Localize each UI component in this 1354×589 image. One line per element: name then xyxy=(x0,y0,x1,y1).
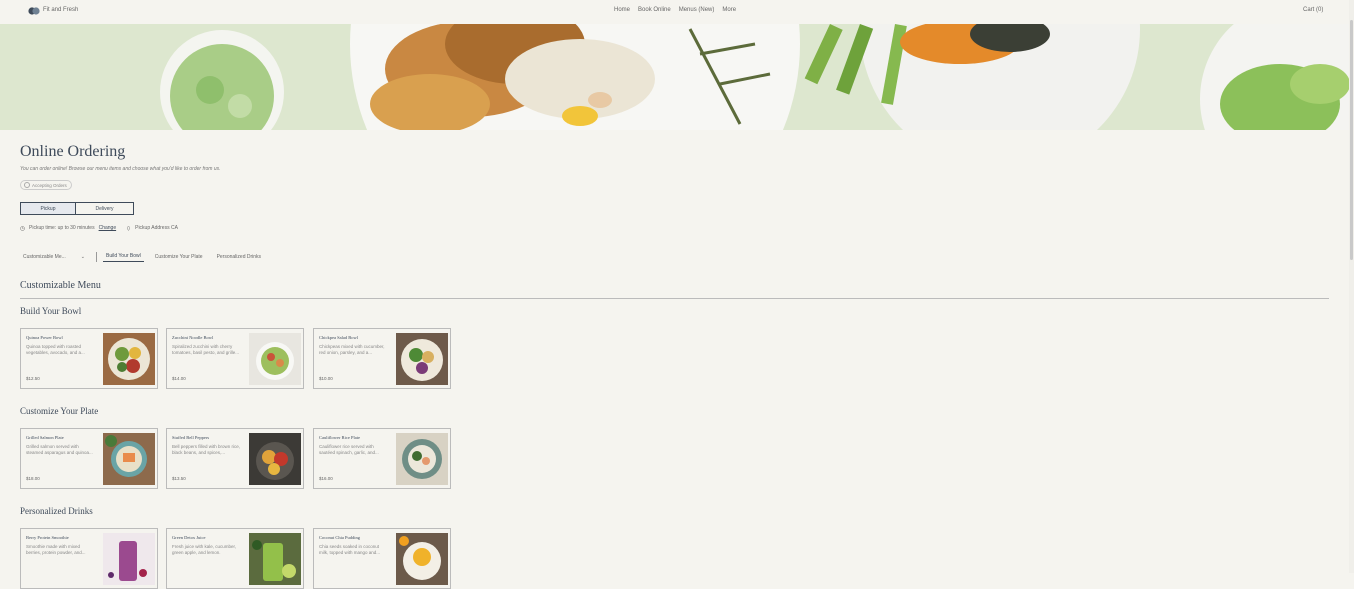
menu-item-card[interactable]: Grilled Salmon Plate Grilled salmon serv… xyxy=(20,428,158,489)
menu-item-card[interactable]: Stuffed Bell Peppers Bell peppers filled… xyxy=(166,428,304,489)
change-link[interactable]: Change xyxy=(99,225,117,231)
hero-banner-image xyxy=(0,24,1349,130)
nav-menus[interactable]: Menus (New) xyxy=(679,7,715,13)
menu-item-card[interactable]: Coconut Chia Pudding Chia seeds soaked i… xyxy=(313,528,451,589)
nav-home[interactable]: Home xyxy=(614,7,630,13)
delivery-button[interactable]: Delivery xyxy=(76,202,134,215)
item-image xyxy=(249,333,301,385)
page-description: You can order online! Browse our menu it… xyxy=(20,166,221,172)
item-description: Fresh juice with kale, cucumber, green a… xyxy=(172,544,237,555)
brand-name[interactable]: Fit and Fresh xyxy=(43,7,78,13)
menu-filter-bar: Customizable Me... ⌄ Build Your Bowl Cus… xyxy=(20,251,272,262)
item-image xyxy=(396,333,448,385)
clock-icon xyxy=(20,225,25,231)
item-image xyxy=(103,433,155,485)
item-price: $10.00 xyxy=(319,376,333,381)
section-title: Personalized Drinks xyxy=(20,506,93,516)
menu-item-card[interactable]: Zucchini Noodle Bowl Spiralized zucchini… xyxy=(166,328,304,389)
menu-dropdown-value: Customizable Me... xyxy=(23,253,66,260)
menu-dropdown[interactable]: Customizable Me... ⌄ xyxy=(20,254,88,260)
item-price: $18.00 xyxy=(26,476,40,481)
item-image xyxy=(249,433,301,485)
item-price: $14.00 xyxy=(172,376,186,381)
item-name: Grilled Salmon Plate xyxy=(26,435,64,440)
status-dot-icon xyxy=(24,182,30,188)
item-name: Quinoa Power Bowl xyxy=(26,335,63,340)
tab-build-your-bowl[interactable]: Build Your Bowl xyxy=(103,251,144,262)
divider xyxy=(96,251,97,262)
item-name: Berry Protein Smoothie xyxy=(26,535,69,540)
item-price: $13.50 xyxy=(172,476,186,481)
page-title: Online Ordering xyxy=(20,143,126,160)
status-badge: Accepting Orders xyxy=(20,180,72,190)
pickup-button[interactable]: Pickup xyxy=(20,202,76,215)
item-description: Quinoa topped with roasted vegetables, a… xyxy=(26,344,85,355)
divider xyxy=(20,298,1329,299)
item-description: Chia seeds soaked in coconut milk, toppe… xyxy=(319,544,381,555)
nav-more[interactable]: More xyxy=(722,7,736,13)
tab-personalized-drinks[interactable]: Personalized Drinks xyxy=(214,252,264,262)
menu-item-card[interactable]: Quinoa Power Bowl Quinoa topped with roa… xyxy=(20,328,158,389)
main-nav: Home Book Online Menus (New) More xyxy=(614,7,736,13)
item-price: $12.50 xyxy=(26,376,40,381)
pickup-time: Pickup time: up to 30 minutes xyxy=(29,225,95,231)
item-name: Green Detox Juice xyxy=(172,535,206,540)
pickup-info: Pickup time: up to 30 minutes Change Pic… xyxy=(20,225,178,231)
item-image xyxy=(396,533,448,585)
nav-book-online[interactable]: Book Online xyxy=(638,7,671,13)
item-description: Grilled salmon served with steamed aspar… xyxy=(26,444,93,455)
status-badge-label: Accepting Orders xyxy=(32,182,67,188)
section-title: Build Your Bowl xyxy=(20,306,82,316)
tab-customize-your-plate[interactable]: Customize Your Plate xyxy=(152,252,206,262)
location-pin-icon xyxy=(127,225,130,231)
brand-logo-icon[interactable] xyxy=(28,6,40,16)
pickup-address: Pickup Address CA xyxy=(135,225,178,231)
item-name: Zucchini Noodle Bowl xyxy=(172,335,214,340)
item-price: $16.00 xyxy=(319,476,333,481)
item-description: Smoothie made with mixed berries, protei… xyxy=(26,544,86,555)
chevron-down-icon: ⌄ xyxy=(80,253,85,260)
item-name: Coconut Chia Pudding xyxy=(319,535,361,540)
item-image xyxy=(396,433,448,485)
menu-item-card[interactable]: Green Detox Juice Fresh juice with kale,… xyxy=(166,528,304,589)
item-name: Cauliflower Rice Plate xyxy=(319,435,360,440)
section-title: Customize Your Plate xyxy=(20,406,99,416)
menu-item-card[interactable]: Cauliflower Rice Plate Cauliflower rice … xyxy=(313,428,451,489)
cart-link[interactable]: Cart (0) xyxy=(1303,7,1323,13)
item-description: Bell peppers filled with brown rice, bla… xyxy=(172,444,241,455)
item-image xyxy=(103,533,155,585)
item-name: Stuffed Bell Peppers xyxy=(172,435,210,440)
fulfillment-toggle: Pickup Delivery xyxy=(20,202,134,215)
item-name: Chickpea Salad Bowl xyxy=(319,335,358,340)
site-header: Fit and Fresh Home Book Online Menus (Ne… xyxy=(0,0,1354,24)
page-scrollbar[interactable] xyxy=(1349,0,1354,573)
item-description: Spiralized zucchini with cherry tomatoes… xyxy=(172,344,240,355)
item-description: Cauliflower rice served with sautéed spi… xyxy=(319,444,379,455)
menu-item-card[interactable]: Chickpea Salad Bowl Chickpeas mixed with… xyxy=(313,328,451,389)
menu-item-card[interactable]: Berry Protein Smoothie Smoothie made wit… xyxy=(20,528,158,589)
item-image xyxy=(249,533,301,585)
scrollbar-thumb[interactable] xyxy=(1350,20,1353,260)
item-image xyxy=(103,333,155,385)
item-description: Chickpeas mixed with cucumber, red onion… xyxy=(319,344,385,355)
menu-title: Customizable Menu xyxy=(20,280,101,291)
